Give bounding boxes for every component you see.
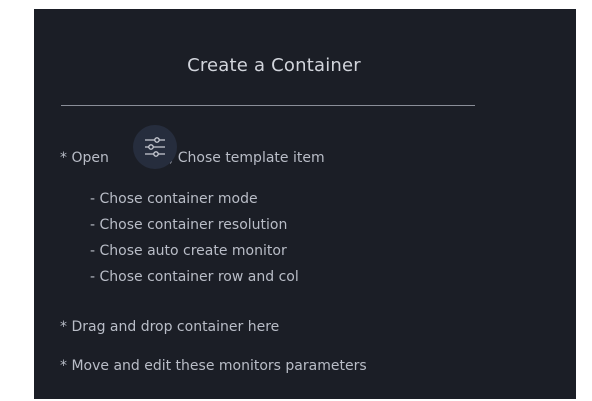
open-suffix: , Chose template item <box>168 150 325 166</box>
step-auto-create-monitor: - Chose auto create monitor <box>90 243 287 259</box>
title-divider <box>61 105 475 106</box>
step-row-and-col: - Chose container row and col <box>90 269 299 285</box>
sliders-icon <box>145 137 165 157</box>
open-instruction: * Open , Chose template item <box>60 150 325 166</box>
template-settings-button[interactable] <box>133 125 177 169</box>
open-prefix: * Open <box>60 150 109 166</box>
move-edit-instruction: * Move and edit these monitors parameter… <box>60 358 367 374</box>
create-container-panel: Create a Container * Open , Chose templat… <box>34 9 576 399</box>
step-container-resolution: - Chose container resolution <box>90 217 288 233</box>
drag-drop-instruction: * Drag and drop container here <box>60 319 280 335</box>
step-container-mode: - Chose container mode <box>90 191 258 207</box>
panel-title: Create a Container <box>187 55 361 76</box>
